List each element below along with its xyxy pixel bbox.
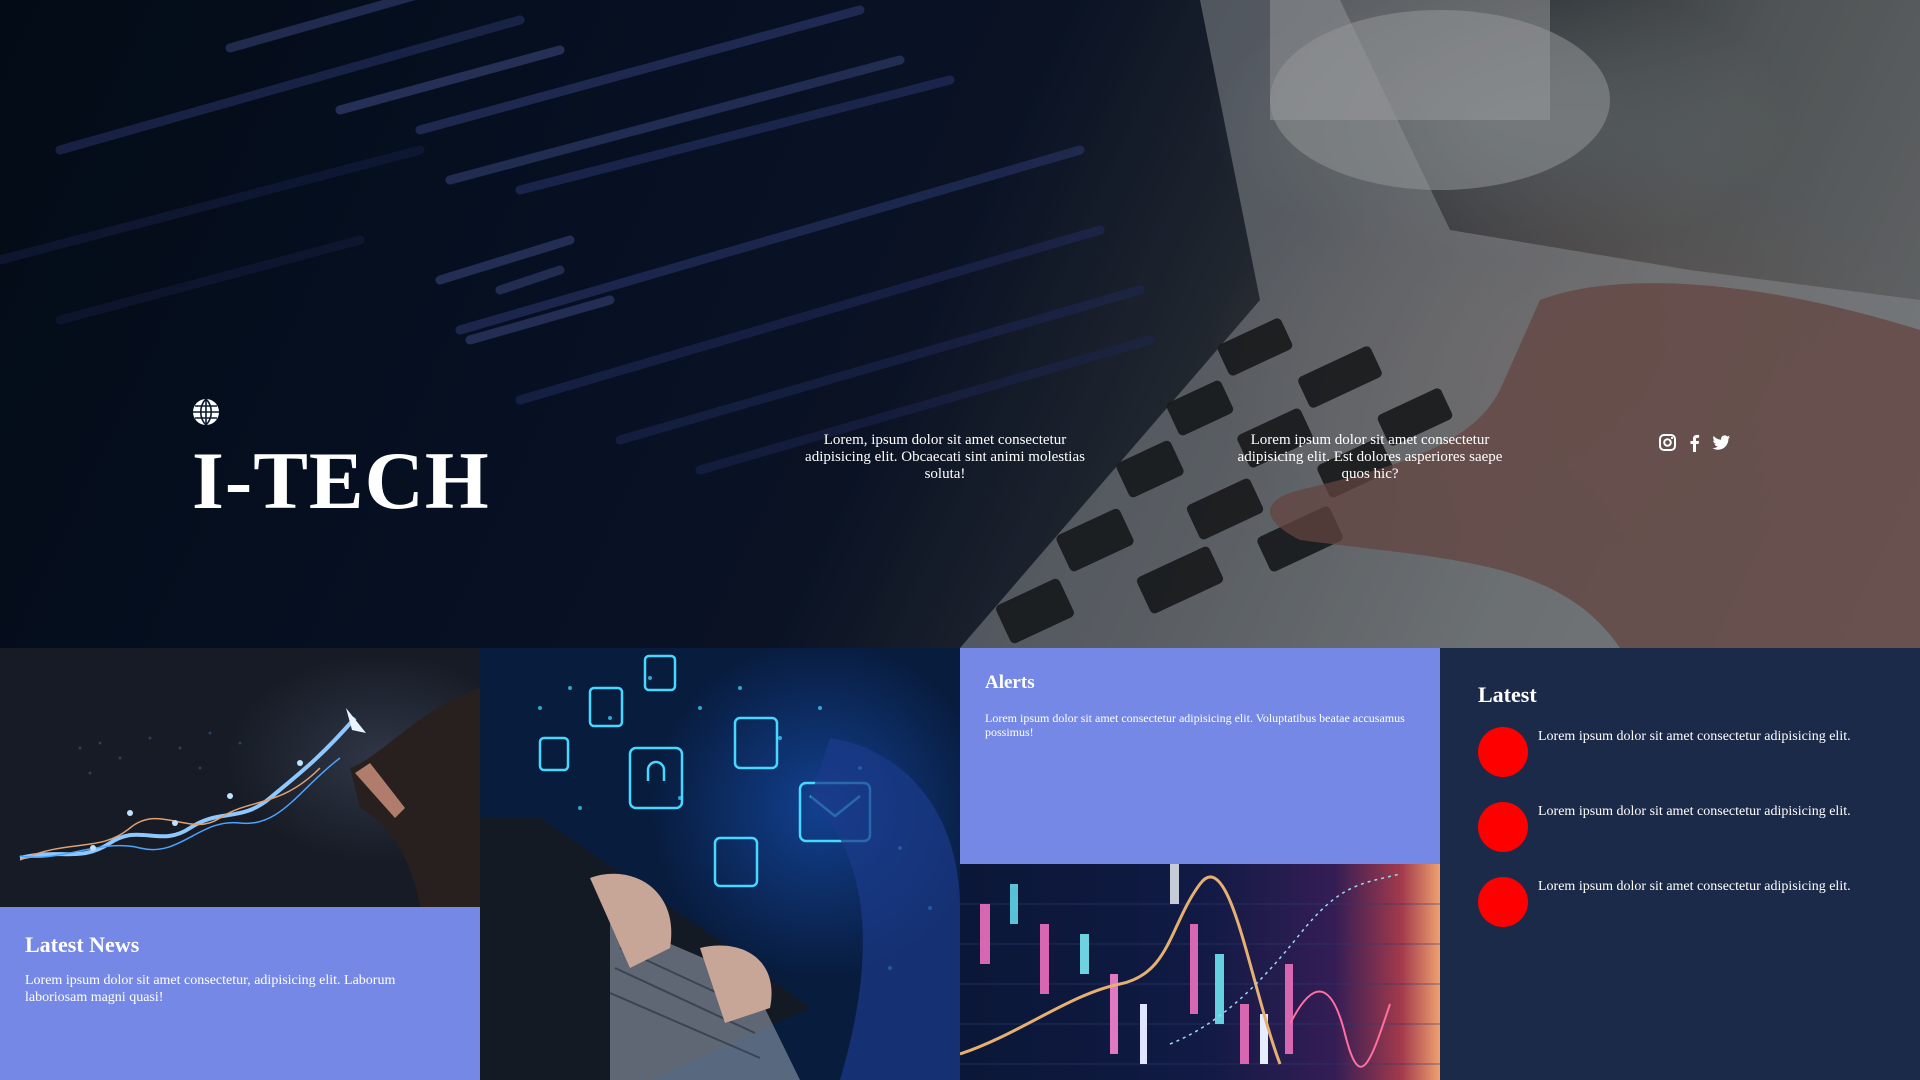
latest-list: Lorem ipsum dolor sit amet consectetur a… (1478, 727, 1882, 952)
instagram-icon[interactable] (1658, 433, 1677, 452)
latest-title: Latest (1478, 682, 1537, 707)
content-grid: Latest News Lorem ipsum dolor sit amet c… (0, 648, 1920, 1080)
growth-chart-photo (0, 648, 480, 907)
market-chart-photo (960, 864, 1440, 1080)
latest-news-title: Latest News (25, 932, 140, 957)
brand[interactable]: I-TECH (192, 398, 490, 522)
alerts-card[interactable]: Alerts Lorem ipsum dolor sit amet consec… (960, 648, 1440, 864)
list-item-text: Lorem ipsum dolor sit amet consectetur a… (1538, 729, 1851, 744)
bullet-dot-icon (1478, 727, 1528, 777)
hero-overlay (0, 0, 1920, 648)
latest-news-body: Lorem ipsum dolor sit amet consectetur, … (25, 973, 396, 1005)
latest-news-card[interactable]: Latest News Lorem ipsum dolor sit amet c… (0, 907, 480, 1080)
list-item[interactable]: Lorem ipsum dolor sit amet consectetur a… (1478, 727, 1882, 802)
facebook-icon[interactable] (1685, 433, 1704, 452)
alerts-body: Lorem ipsum dolor sit amet consectetur a… (985, 711, 1405, 739)
hero-banner: I-TECH Lorem, ipsum dolor sit amet conse… (0, 0, 1920, 648)
globe-icon (192, 398, 220, 426)
latest-panel: Latest Lorem ipsum dolor sit amet consec… (1440, 648, 1920, 1080)
list-item[interactable]: Lorem ipsum dolor sit amet consectetur a… (1478, 802, 1882, 877)
twitter-icon[interactable] (1712, 433, 1731, 452)
hero-text-1: Lorem, ipsum dolor sit amet consectetur … (805, 432, 1085, 482)
list-item[interactable]: Lorem ipsum dolor sit amet consectetur a… (1478, 877, 1882, 952)
alerts-title: Alerts (985, 672, 1035, 693)
bullet-dot-icon (1478, 877, 1528, 927)
list-item-text: Lorem ipsum dolor sit amet consectetur a… (1538, 879, 1851, 894)
bullet-dot-icon (1478, 802, 1528, 852)
cyber-security-photo (480, 648, 960, 1080)
list-item-text: Lorem ipsum dolor sit amet consectetur a… (1538, 804, 1851, 819)
site-title: I-TECH (192, 435, 490, 526)
hero-text-2: Lorem ipsum dolor sit amet consectetur a… (1237, 432, 1503, 482)
social-links (1658, 433, 1731, 452)
